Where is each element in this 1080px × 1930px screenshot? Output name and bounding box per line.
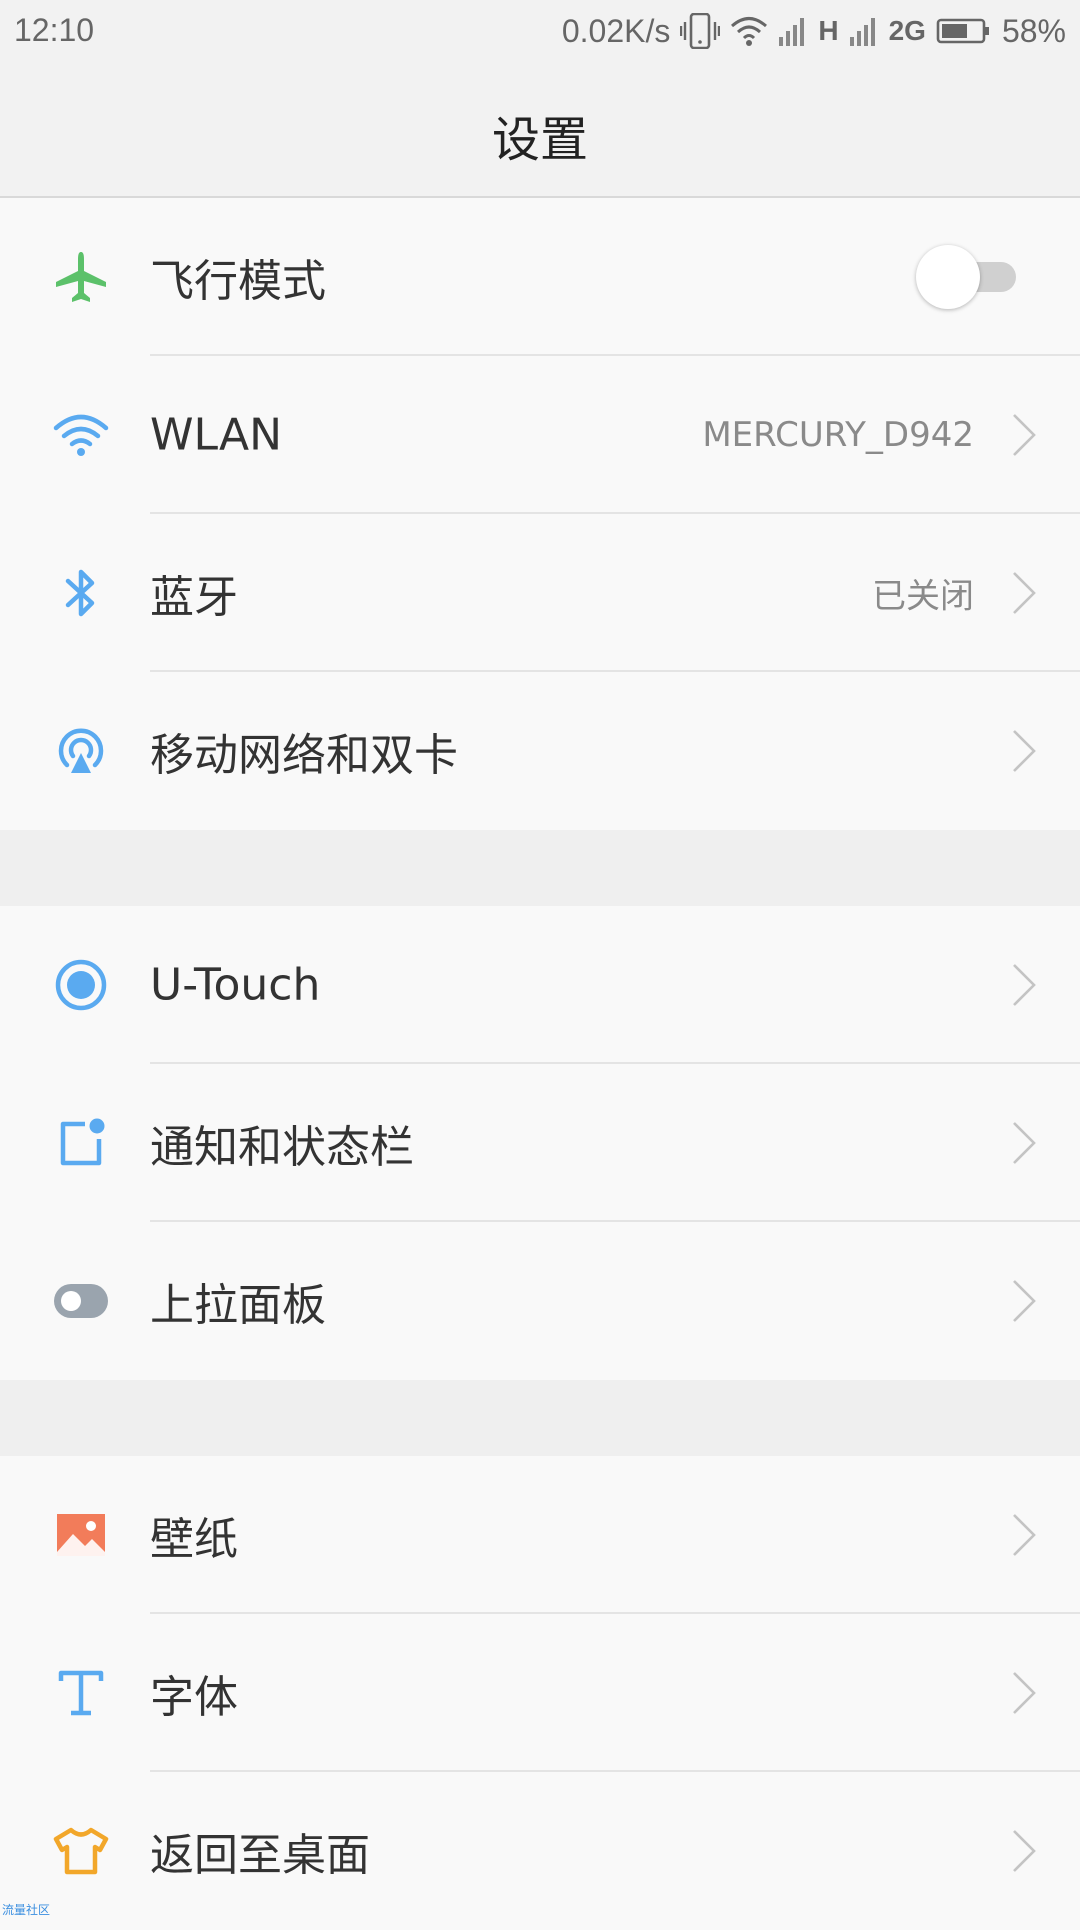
status-time: 12:10 (14, 12, 95, 48)
settings-item-label: U-Touch (150, 959, 321, 1011)
wallpaper-icon (50, 1504, 112, 1566)
section-gap (0, 830, 1080, 906)
settings-item-wallpaper[interactable]: 壁纸 (0, 1456, 1080, 1614)
settings-item-bluetooth[interactable]: 蓝牙 已关闭 (0, 514, 1080, 672)
status-bar: 12:10 0.02K/s H 2G 58% (0, 0, 1080, 62)
network-type-1: H (818, 15, 839, 46)
chevron-right-icon (1013, 414, 1036, 456)
settings-item-pull-up-panel[interactable]: 上拉面板 (0, 1222, 1080, 1380)
watermark: 流量社区 (2, 1903, 51, 1917)
toggle-panel-icon (50, 1270, 112, 1332)
title-bar: 设置 (0, 62, 1080, 198)
airplane-icon (50, 246, 112, 308)
airplane-mode-toggle[interactable] (916, 245, 1020, 309)
signal-1-icon (778, 15, 808, 47)
settings-item-label: 蓝牙 (150, 572, 238, 623)
bluetooth-status: 已关闭 (872, 576, 974, 617)
wifi-status-icon (730, 15, 768, 47)
battery-icon (936, 17, 992, 45)
chevron-right-icon (1013, 1514, 1036, 1556)
chevron-right-icon (1013, 1280, 1036, 1322)
chevron-right-icon (1013, 1122, 1036, 1164)
wlan-network-name: MERCURY_D942 (702, 415, 974, 455)
settings-item-label: 上拉面板 (150, 1280, 326, 1331)
settings-item-label: 移动网络和双卡 (150, 730, 458, 781)
settings-item-font[interactable]: 字体 (0, 1614, 1080, 1772)
chevron-right-icon (1013, 964, 1036, 1006)
toggle-knob (916, 245, 980, 309)
settings-item-return-to-desktop[interactable]: 返回至桌面 (0, 1772, 1080, 1930)
tshirt-icon (50, 1820, 112, 1882)
settings-item-label: 通知和状态栏 (150, 1122, 414, 1173)
vibrate-icon (680, 13, 721, 49)
battery-percent: 58% (1001, 12, 1066, 49)
section-gap (0, 1380, 1080, 1456)
network-type-2: 2G (888, 15, 926, 46)
bluetooth-icon (50, 562, 112, 624)
settings-item-u-touch[interactable]: U-Touch (0, 906, 1080, 1064)
font-icon (50, 1662, 112, 1724)
page-title: 设置 (491, 112, 588, 168)
status-indicators: 0.02K/s H 2G 58% (562, 10, 1066, 52)
chevron-right-icon (1013, 730, 1036, 772)
settings-list: 飞行模式 WLAN MERCURY_D942 蓝牙 已关闭 移动网络和双卡 U-… (0, 198, 1080, 1930)
settings-item-label: 壁纸 (150, 1514, 238, 1565)
settings-item-label: 飞行模式 (150, 256, 326, 307)
u-touch-icon (50, 954, 112, 1016)
settings-item-label: 字体 (150, 1672, 238, 1723)
chevron-right-icon (1013, 1672, 1036, 1714)
settings-item-mobile-network[interactable]: 移动网络和双卡 (0, 672, 1080, 830)
settings-item-airplane-mode[interactable]: 飞行模式 (0, 198, 1080, 356)
settings-item-label: 返回至桌面 (150, 1830, 370, 1881)
settings-item-label: WLAN (150, 409, 283, 461)
mobile-network-icon (50, 720, 112, 782)
settings-item-notification[interactable]: 通知和状态栏 (0, 1064, 1080, 1222)
signal-2-icon (849, 15, 879, 47)
chevron-right-icon (1013, 572, 1036, 614)
notification-icon (50, 1112, 112, 1174)
chevron-right-icon (1013, 1830, 1036, 1872)
settings-item-wlan[interactable]: WLAN MERCURY_D942 (0, 356, 1080, 514)
wifi-icon (50, 404, 112, 466)
net-speed: 0.02K/s (561, 12, 671, 49)
